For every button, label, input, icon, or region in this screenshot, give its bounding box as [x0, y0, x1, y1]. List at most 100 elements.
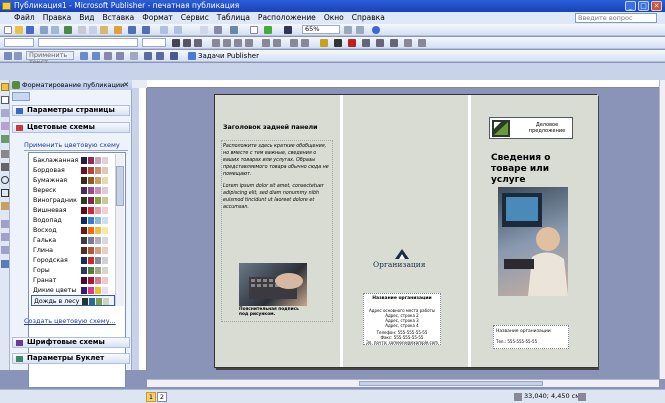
back-panel[interactable]: Заголовок задней панели Расположите здес…: [215, 95, 340, 367]
text-direction-icon[interactable]: [130, 52, 138, 60]
print-icon[interactable]: [40, 26, 48, 34]
section-color-schemes[interactable]: Цветовые схемы: [12, 122, 130, 133]
align-right-icon[interactable]: [234, 39, 242, 47]
bring-front-icon[interactable]: [160, 26, 168, 34]
line-style-icon[interactable]: [362, 39, 370, 47]
form-control-tool-icon[interactable]: [1, 233, 9, 241]
create-color-scheme-link[interactable]: Создать цветовую схему...: [24, 317, 116, 325]
insert-table-icon[interactable]: [214, 26, 222, 34]
menu-format[interactable]: Формат: [138, 12, 176, 24]
hyphenation-icon[interactable]: [144, 52, 152, 60]
paste-icon[interactable]: [100, 26, 108, 34]
hotspot-tool-icon[interactable]: [1, 220, 9, 228]
3d-style-icon[interactable]: [418, 39, 426, 47]
picture-tool-icon[interactable]: [1, 135, 9, 143]
italic-icon[interactable]: [183, 39, 191, 47]
vertical-ruler[interactable]: [139, 88, 147, 370]
arrow-style-icon[interactable]: [390, 39, 398, 47]
create-link-icon[interactable]: [80, 52, 88, 60]
apply-text-button[interactable]: Применить текст...: [26, 51, 74, 66]
section-booklet-params[interactable]: Параметры Буклет: [12, 353, 130, 364]
publisher-tasks-icon[interactable]: [188, 52, 196, 60]
send-back-icon[interactable]: [174, 26, 182, 34]
justify-icon[interactable]: [245, 39, 253, 47]
fill-color-icon[interactable]: [320, 39, 328, 47]
font-size-select[interactable]: [142, 38, 166, 47]
cut-icon[interactable]: [78, 26, 86, 34]
nav-buttons[interactable]: [12, 92, 30, 101]
vertical-scrollbar[interactable]: [659, 80, 665, 379]
help-icon[interactable]: [372, 26, 380, 34]
back-panel-title[interactable]: Заголовок задней панели: [223, 124, 318, 131]
wordart-tool-icon[interactable]: [1, 122, 9, 130]
select-tool-icon[interactable]: [1, 83, 9, 91]
format-painter-icon[interactable]: [114, 26, 122, 34]
back-arrow-icon[interactable]: [12, 81, 20, 89]
line-color-icon[interactable]: [334, 39, 342, 47]
color-scheme-item[interactable]: Дождь в лесу: [31, 295, 115, 306]
task-pane-close-icon[interactable]: ✕: [122, 81, 130, 89]
numbering-icon[interactable]: [262, 39, 270, 47]
bold-icon[interactable]: [172, 39, 180, 47]
autoshapes-tool-icon[interactable]: [1, 202, 9, 210]
keyboard-photo[interactable]: [239, 263, 307, 306]
zoom-out-icon[interactable]: [344, 26, 352, 34]
style-select[interactable]: [4, 38, 34, 47]
maximize-button[interactable]: □: [638, 1, 649, 11]
arrow-tool-icon[interactable]: [1, 163, 9, 171]
break-link-icon[interactable]: [92, 52, 100, 60]
line-tool-icon[interactable]: [1, 150, 9, 158]
menu-tools[interactable]: Сервис: [177, 12, 213, 24]
previous-box-icon[interactable]: [104, 52, 112, 60]
picture-icon[interactable]: [264, 26, 272, 34]
open-icon[interactable]: [15, 26, 23, 34]
columns-icon[interactable]: [200, 26, 208, 34]
menu-file[interactable]: Файл: [0, 12, 39, 24]
design-gallery-tool-icon[interactable]: [1, 260, 9, 268]
preview-icon[interactable]: [51, 26, 59, 34]
horizontal-scrollbar[interactable]: [147, 379, 659, 387]
scheme-list-scrollbar[interactable]: [115, 154, 124, 306]
text-style-icon[interactable]: [14, 52, 22, 60]
horizontal-ruler[interactable]: [147, 80, 665, 88]
oval-tool-icon[interactable]: [1, 176, 9, 184]
hyperlink-icon[interactable]: [230, 26, 238, 34]
char-spacing-icon[interactable]: [170, 52, 178, 60]
undo-icon[interactable]: [128, 26, 136, 34]
org-logo-text[interactable]: Организация: [373, 260, 425, 269]
spelling-icon[interactable]: [64, 26, 72, 34]
address-block[interactable]: Название организации Адрес основного мес…: [363, 293, 441, 345]
copy-icon[interactable]: [89, 26, 97, 34]
back-panel-body[interactable]: Расположите здесь краткие обобщения, но …: [223, 143, 331, 178]
table-tool-icon[interactable]: [1, 109, 9, 117]
cover-title[interactable]: Сведения о товаре или услуге: [491, 153, 569, 186]
photo-caption[interactable]: Пояснительная подпись под рисунком.: [239, 307, 309, 317]
section-font-schemes[interactable]: Шрифтовые схемы: [12, 337, 130, 348]
show-special-chars-icon[interactable]: [284, 26, 292, 34]
dash-style-icon[interactable]: [376, 39, 384, 47]
menu-arrange[interactable]: Расположение: [254, 12, 320, 24]
save-icon[interactable]: [26, 26, 34, 34]
menu-view[interactable]: Вид: [75, 12, 98, 24]
hscroll-thumb[interactable]: [359, 381, 543, 386]
close-button[interactable]: ✕: [651, 1, 662, 11]
increase-indent-icon[interactable]: [301, 39, 309, 47]
zoom-select[interactable]: 65%: [302, 25, 340, 34]
align-center-icon[interactable]: [223, 39, 231, 47]
brochure-page[interactable]: Заголовок задней панели Расположите здес…: [214, 94, 598, 368]
zoom-in-icon[interactable]: [356, 26, 364, 34]
fit-text-icon[interactable]: [156, 52, 164, 60]
page-1-button[interactable]: 1: [146, 392, 156, 402]
text-box-tool-icon[interactable]: [1, 96, 9, 104]
page-2-button[interactable]: 2: [157, 392, 167, 402]
back-panel-latin[interactable]: Lorem ipsum dolor sit amet, consectetuer…: [223, 183, 331, 211]
menu-insert[interactable]: Вставка: [99, 12, 139, 24]
html-fragment-tool-icon[interactable]: [1, 246, 9, 254]
rectangle-tool-icon[interactable]: [1, 189, 9, 197]
cover-contact-box[interactable]: Название организации Тел.: 555-555-55-55: [493, 325, 569, 349]
font-select[interactable]: [38, 38, 138, 47]
menu-window[interactable]: Окно: [320, 12, 348, 24]
next-box-icon[interactable]: [116, 52, 124, 60]
scrollbar-thumb[interactable]: [116, 166, 124, 206]
shadow-style-icon[interactable]: [404, 39, 412, 47]
